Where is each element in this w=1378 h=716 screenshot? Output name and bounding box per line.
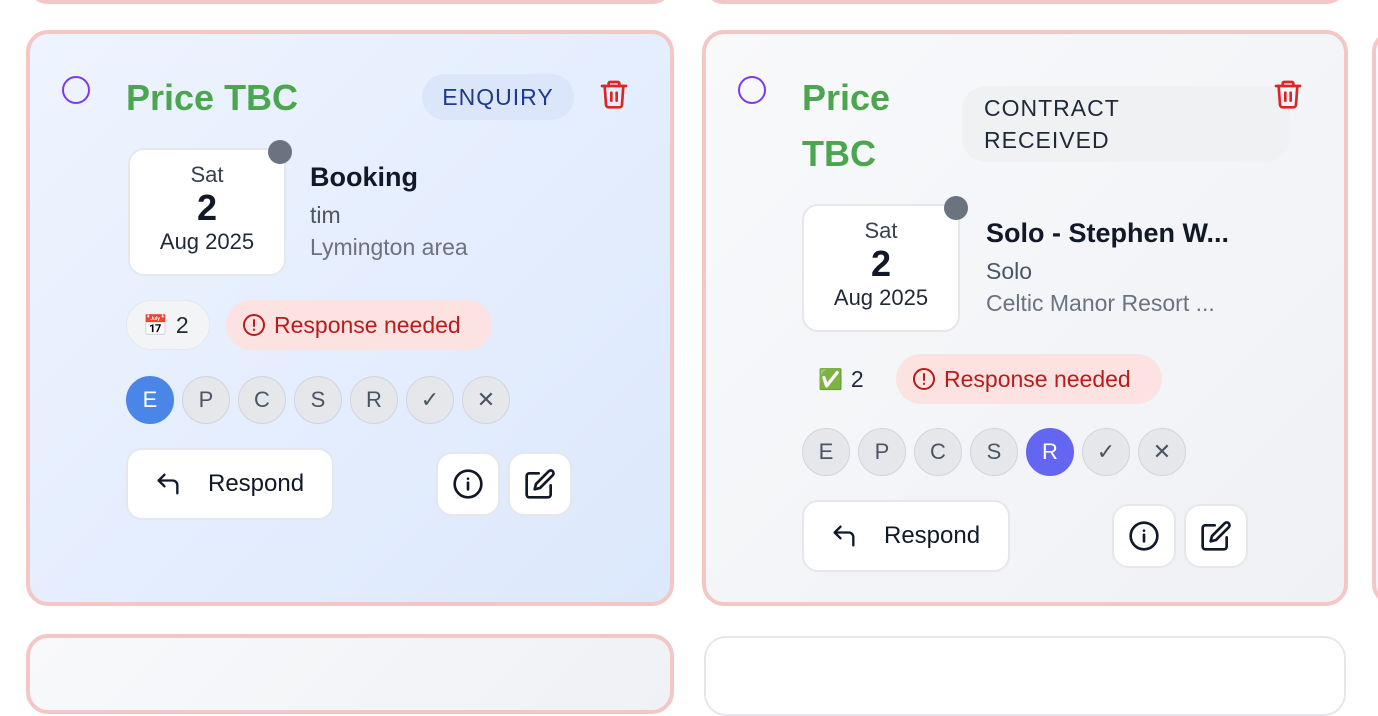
- stage-p[interactable]: P: [182, 376, 230, 424]
- status-badge: CONTRACT RECEIVED: [962, 86, 1290, 162]
- info-icon: [1129, 521, 1159, 551]
- booking-client: tim: [310, 202, 341, 228]
- info-button[interactable]: [1112, 504, 1176, 568]
- conversation-count: ✅ 2: [802, 354, 886, 404]
- stage-p[interactable]: P: [858, 428, 906, 476]
- count-value: 2: [850, 365, 864, 392]
- stage-cancelled[interactable]: ✕: [1138, 428, 1186, 476]
- conversation-count: 📅 2: [126, 300, 210, 350]
- card-partial-top-right[interactable]: [702, 0, 1348, 4]
- booking-location: Celtic Manor Resort ...: [986, 290, 1215, 316]
- card-partial-top-left[interactable]: [26, 0, 674, 4]
- delete-button[interactable]: [598, 76, 630, 112]
- trash-icon: [600, 80, 628, 109]
- delete-button[interactable]: [1272, 76, 1304, 112]
- stage-s[interactable]: S: [970, 428, 1018, 476]
- date-day: 2: [870, 243, 892, 284]
- stage-c[interactable]: C: [238, 376, 286, 424]
- alert-circle-icon: [913, 368, 935, 390]
- status-dot: [268, 140, 292, 164]
- stage-r[interactable]: R: [350, 376, 398, 424]
- edit-button[interactable]: [1184, 504, 1248, 568]
- respond-label: Respond: [208, 470, 305, 497]
- reply-icon: [833, 525, 855, 547]
- date-box: Sat 2 Aug 2025: [128, 148, 286, 276]
- booking-location: Lymington area: [310, 234, 468, 260]
- stage-c[interactable]: C: [914, 428, 962, 476]
- response-needed-label: Response needed: [274, 311, 461, 338]
- price-label: Price TBC: [126, 77, 299, 118]
- edit-button[interactable]: [508, 452, 572, 516]
- date-weekday: Sat: [864, 218, 898, 243]
- stage-s[interactable]: S: [294, 376, 342, 424]
- status-line-2: RECEIVED: [984, 127, 1110, 153]
- respond-label: Respond: [884, 522, 981, 549]
- stage-cancelled[interactable]: ✕: [462, 376, 510, 424]
- card-partial-bottom-right[interactable]: [704, 636, 1346, 716]
- select-checkbox[interactable]: [62, 76, 90, 104]
- trash-icon: [1274, 80, 1302, 109]
- response-needed-label: Response needed: [944, 365, 1131, 392]
- date-box: Sat 2 Aug 2025: [802, 204, 960, 332]
- select-checkbox[interactable]: [738, 76, 766, 104]
- card-partial-bottom-left[interactable]: [26, 634, 674, 714]
- response-needed-badge: Response needed: [226, 300, 492, 350]
- stage-enquiry[interactable]: E: [802, 428, 850, 476]
- edit-icon: [1201, 521, 1231, 551]
- date-day: 2: [196, 187, 218, 228]
- calendar-icon: 📅: [143, 314, 168, 337]
- count-value: 2: [175, 311, 189, 338]
- booking-card[interactable]: Price TBC CONTRACT RECEIVED Sat 2 Aug 20…: [702, 30, 1348, 606]
- booking-title: Solo - Stephen W...: [986, 218, 1229, 248]
- price-line-2: TBC: [802, 133, 876, 174]
- stage-confirmed[interactable]: ✓: [406, 376, 454, 424]
- date-weekday: Sat: [190, 162, 224, 187]
- status-badge: ENQUIRY: [422, 74, 574, 120]
- respond-button[interactable]: Respond: [126, 448, 334, 520]
- check-mark-icon: ✅: [818, 368, 843, 391]
- price-label: Price TBC: [802, 70, 890, 182]
- booking-title: Booking: [310, 162, 418, 192]
- edit-icon: [525, 469, 555, 499]
- info-icon: [453, 469, 483, 499]
- card-partial-right-edge[interactable]: [1372, 30, 1378, 606]
- status-dot: [944, 196, 968, 220]
- alert-circle-icon: [243, 314, 265, 336]
- booking-client: Solo: [986, 258, 1033, 284]
- stage-confirmed[interactable]: ✓: [1082, 428, 1130, 476]
- reply-icon: [157, 473, 179, 495]
- date-month-year: Aug 2025: [833, 285, 929, 310]
- respond-button[interactable]: Respond: [802, 500, 1010, 572]
- booking-card[interactable]: Price TBC ENQUIRY Sat 2 Aug 2025 Booking…: [26, 30, 674, 606]
- stage-r[interactable]: R: [1026, 428, 1074, 476]
- response-needed-badge: Response needed: [896, 354, 1162, 404]
- date-month-year: Aug 2025: [159, 229, 255, 254]
- status-line-1: CONTRACT: [984, 95, 1120, 121]
- stage-enquiry[interactable]: E: [126, 376, 174, 424]
- info-button[interactable]: [436, 452, 500, 516]
- price-line-1: Price: [802, 77, 891, 118]
